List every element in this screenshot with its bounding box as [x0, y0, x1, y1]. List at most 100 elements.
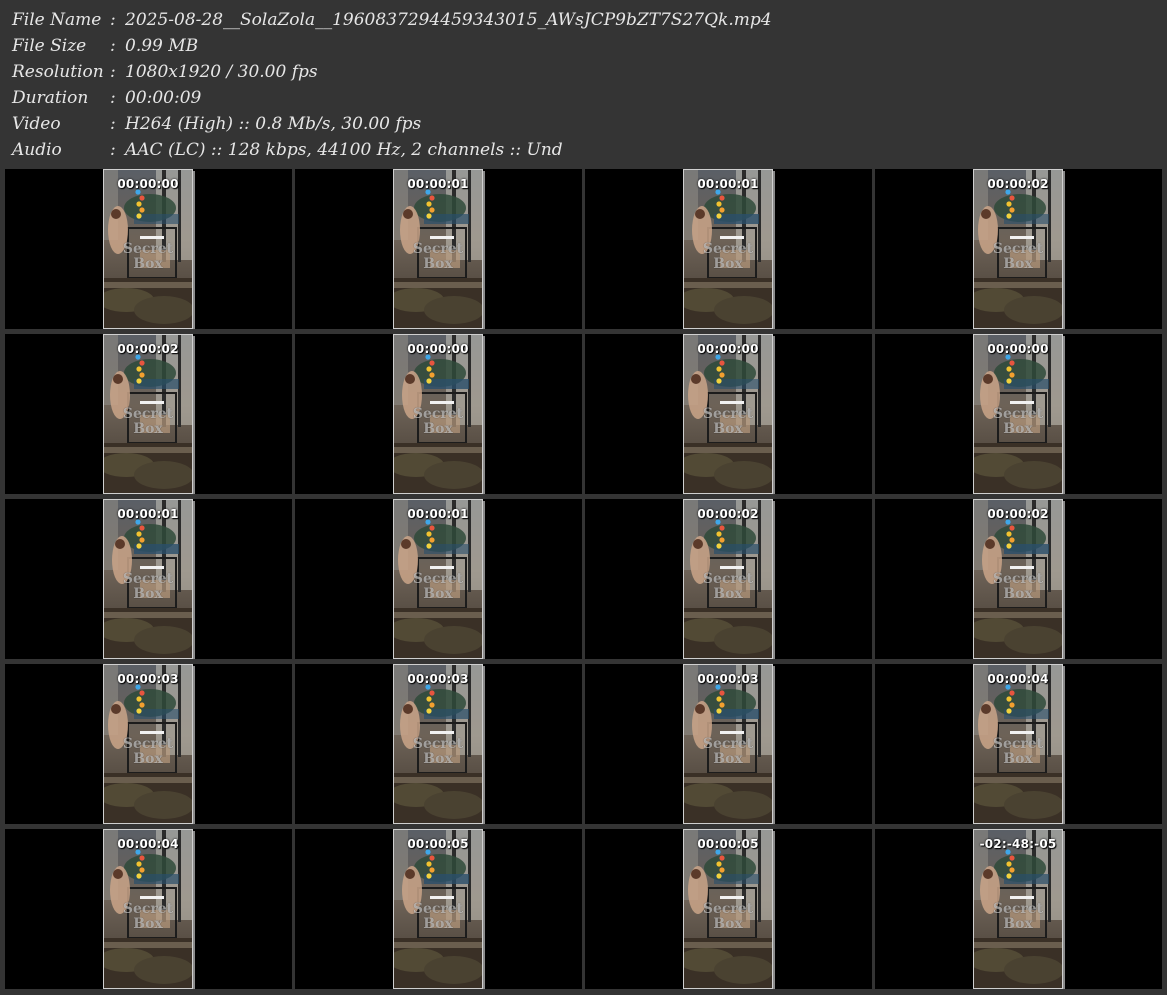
thumbnail-cell: 00:00:03 Secret Box [295, 664, 582, 824]
info-value: 1080x1920 / 30.00 fps [125, 62, 318, 82]
watermark: Secret Box [104, 572, 192, 602]
watermark-line-2: Box [133, 916, 163, 932]
watermark: Secret Box [684, 902, 772, 932]
thumbnail-cell: 00:00:02 Secret Box [5, 334, 292, 494]
video-frame-thumbnail: 00:00:00 Secret Box [393, 334, 483, 494]
video-frame-thumbnail: 00:00:02 Secret Box [973, 169, 1063, 329]
watermark-line-1: Secret [702, 406, 754, 422]
video-frame-thumbnail: 00:00:01 Secret Box [393, 169, 483, 329]
info-value: AAC (LC) :: 128 kbps, 44100 Hz, 2 channe… [125, 140, 563, 160]
watermark-line-1: Secret [412, 241, 464, 257]
video-frame-thumbnail: 00:00:01 Secret Box [393, 499, 483, 659]
frame-timestamp: 00:00:00 [407, 342, 469, 356]
watermark-line-2: Box [423, 916, 453, 932]
watermark: Secret Box [104, 737, 192, 767]
watermark: Secret Box [104, 902, 192, 932]
watermark: Secret Box [394, 572, 482, 602]
thumbnail-cell: 00:00:00 Secret Box [585, 334, 872, 494]
video-frame-thumbnail: 00:00:02 Secret Box [103, 334, 193, 494]
watermark-line-2: Box [133, 421, 163, 437]
thumbnail-cell: 00:00:03 Secret Box [5, 664, 292, 824]
watermark-line-1: Secret [702, 736, 754, 752]
thumbnail-cell: 00:00:00 Secret Box [5, 169, 292, 329]
video-frame-thumbnail: 00:00:02 Secret Box [683, 499, 773, 659]
watermark: Secret Box [684, 572, 772, 602]
watermark-line-1: Secret [992, 571, 1044, 587]
watermark-line-2: Box [133, 586, 163, 602]
thumbnail-cell: 00:00:03 Secret Box [585, 664, 872, 824]
watermark-line-1: Secret [412, 406, 464, 422]
thumbnail-cell: 00:00:00 Secret Box [875, 334, 1162, 494]
watermark-line-1: Secret [122, 571, 174, 587]
video-frame-thumbnail: 00:00:00 Secret Box [973, 334, 1063, 494]
info-key: Duration [12, 88, 89, 108]
thumbnail-cell: 00:00:01 Secret Box [5, 499, 292, 659]
watermark-line-2: Box [423, 751, 453, 767]
watermark-line-1: Secret [412, 736, 464, 752]
frame-timestamp: 00:00:03 [407, 672, 469, 686]
frame-timestamp: 00:00:04 [987, 672, 1049, 686]
thumbnail-cell: 00:00:00 Secret Box [295, 334, 582, 494]
watermark: Secret Box [394, 407, 482, 437]
video-frame-thumbnail: 00:00:04 Secret Box [103, 829, 193, 989]
info-key: Resolution [12, 62, 104, 82]
thumbnail-cell: 00:00:05 Secret Box [585, 829, 872, 989]
frame-timestamp: -02:-48:-05 [979, 837, 1057, 851]
frame-timestamp: 00:00:03 [117, 672, 179, 686]
watermark-line-2: Box [1003, 256, 1033, 272]
info-separator: : [110, 62, 116, 82]
watermark-line-2: Box [1003, 421, 1033, 437]
watermark-line-1: Secret [122, 736, 174, 752]
info-separator: : [110, 114, 116, 134]
watermark-line-1: Secret [702, 241, 754, 257]
frame-timestamp: 00:00:02 [987, 507, 1049, 521]
watermark-line-1: Secret [702, 901, 754, 917]
video-frame-thumbnail: 00:00:03 Secret Box [393, 664, 483, 824]
watermark: Secret Box [394, 902, 482, 932]
thumbnail-cell: 00:00:04 Secret Box [5, 829, 292, 989]
frame-timestamp: 00:00:02 [987, 177, 1049, 191]
info-value: 0.99 MB [125, 36, 199, 56]
watermark-line-2: Box [713, 916, 743, 932]
thumbnail-grid: 00:00:00 Secret Box 00:00:01 Secret Box 00:00:… [5, 169, 1165, 992]
watermark: Secret Box [104, 407, 192, 437]
watermark-line-1: Secret [702, 571, 754, 587]
video-frame-thumbnail: 00:00:04 Secret Box [973, 664, 1063, 824]
info-key: File Name [12, 10, 102, 30]
watermark-line-2: Box [1003, 751, 1033, 767]
info-key: Audio [12, 140, 62, 160]
watermark-line-1: Secret [122, 241, 174, 257]
watermark-line-2: Box [713, 751, 743, 767]
video-frame-thumbnail: 00:00:00 Secret Box [103, 169, 193, 329]
watermark: Secret Box [394, 242, 482, 272]
info-separator: : [110, 10, 116, 30]
thumbnail-cell: 00:00:02 Secret Box [875, 499, 1162, 659]
video-frame-thumbnail: 00:00:00 Secret Box [683, 334, 773, 494]
thumbnail-cell: 00:00:02 Secret Box [875, 169, 1162, 329]
frame-timestamp: 00:00:01 [407, 177, 469, 191]
watermark-line-1: Secret [992, 406, 1044, 422]
info-separator: : [110, 140, 116, 160]
watermark-line-2: Box [133, 256, 163, 272]
video-frame-thumbnail: 00:00:03 Secret Box [103, 664, 193, 824]
info-key: File Size [12, 36, 87, 56]
watermark: Secret Box [104, 242, 192, 272]
info-separator: : [110, 88, 116, 108]
watermark: Secret Box [974, 242, 1062, 272]
watermark-line-1: Secret [412, 571, 464, 587]
frame-timestamp: 00:00:00 [987, 342, 1049, 356]
thumbnail-cell: 00:00:05 Secret Box [295, 829, 582, 989]
watermark-line-2: Box [133, 751, 163, 767]
info-separator: : [110, 36, 116, 56]
watermark-line-2: Box [713, 586, 743, 602]
video-frame-thumbnail: -02:-48:-05 Secret Box [973, 829, 1063, 989]
frame-timestamp: 00:00:01 [117, 507, 179, 521]
watermark-line-2: Box [423, 421, 453, 437]
info-value: 2025-08-28__SolaZola__196083729445934301… [125, 10, 772, 30]
video-frame-thumbnail: 00:00:02 Secret Box [973, 499, 1063, 659]
watermark-line-2: Box [423, 586, 453, 602]
watermark-line-1: Secret [122, 901, 174, 917]
watermark-line-2: Box [713, 421, 743, 437]
frame-timestamp: 00:00:00 [117, 177, 179, 191]
thumbnail-cell: 00:00:04 Secret Box [875, 664, 1162, 824]
